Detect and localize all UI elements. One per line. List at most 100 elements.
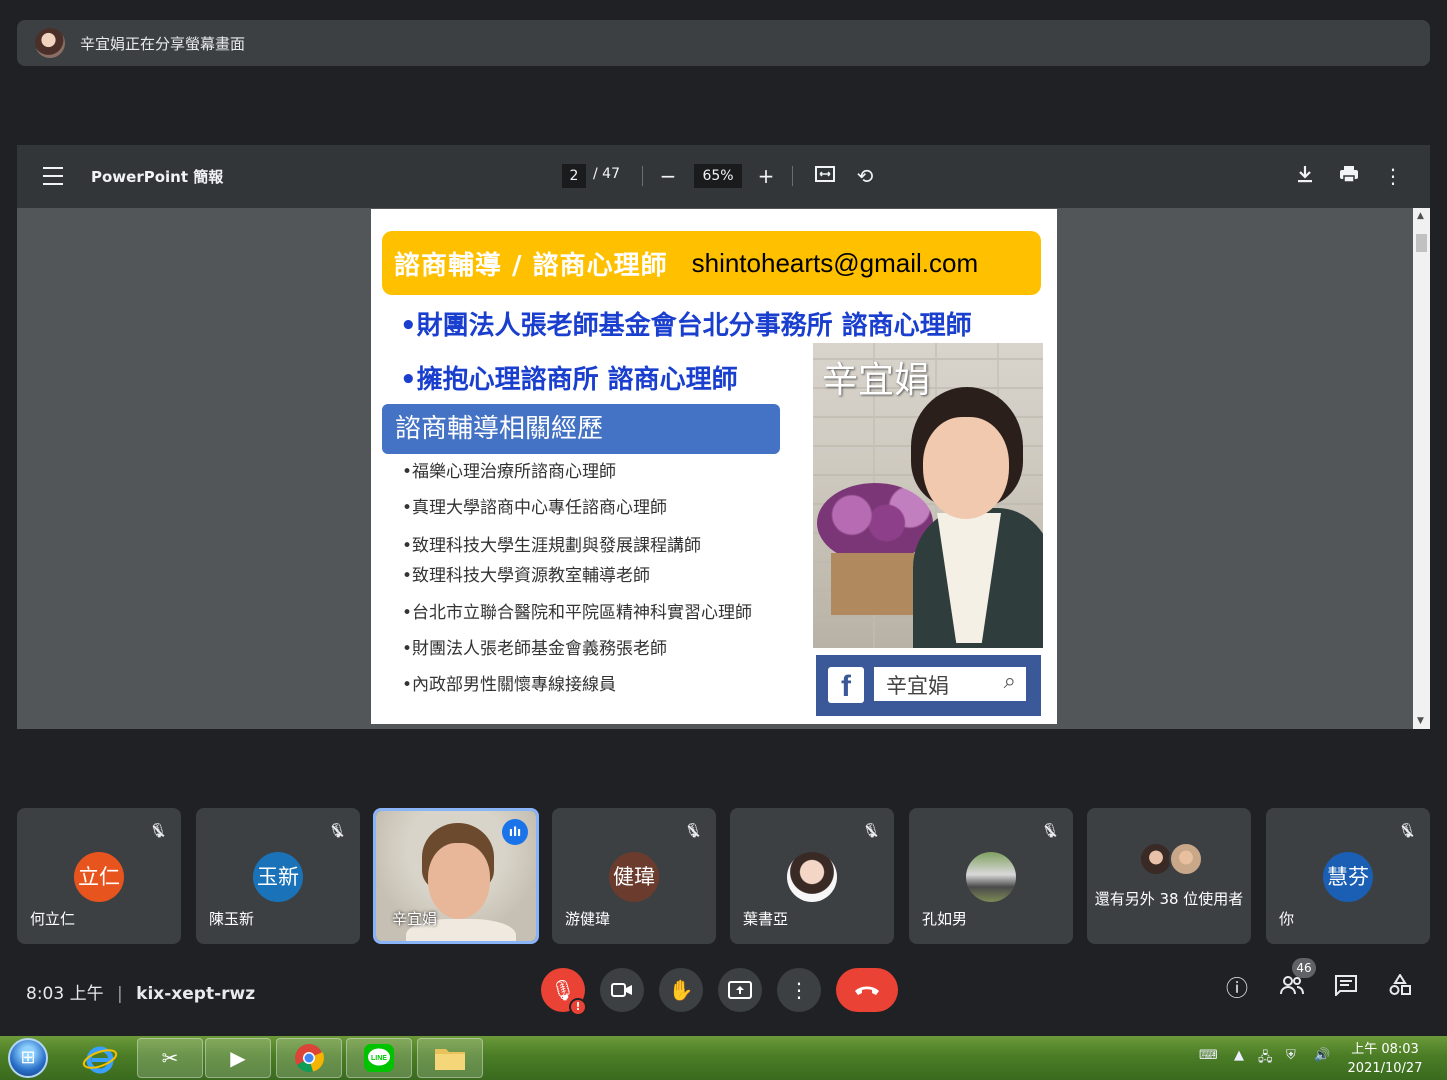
windows-start-icon[interactable]: ⊞ [8,1038,48,1078]
list-item: •財團法人張老師基金會義務張老師 [402,639,668,659]
participant-tile[interactable]: 🎙 孔如男 [909,808,1073,944]
more-options-button[interactable]: ⋮ [777,968,821,1012]
mic-off-icon: 🎙 [1398,823,1416,839]
fit-page-icon[interactable] [812,164,838,188]
pdf-viewer: PowerPoint 簡報 2 / 47 − 65% + ⟲ ⋮ 諮商輔導 / … [17,145,1430,729]
mic-off-icon: 🎙 [550,978,576,1002]
svg-text:LINE: LINE [371,1055,387,1062]
internet-explorer-icon[interactable] [67,1038,133,1078]
hang-up-icon [855,986,879,995]
vertical-scrollbar[interactable]: ▲ ▼ [1413,208,1430,729]
chrome-icon[interactable] [276,1038,342,1078]
profile-photo: 辛宜娟 [813,343,1043,648]
list-item: •真理大學諮商中心專任諮商心理師 [402,498,668,518]
menu-icon[interactable] [43,167,63,185]
avatar [787,852,837,902]
participant-tile[interactable]: 🎙 玉新 陳玉新 [196,808,360,944]
speaking-indicator-icon: ılı [502,819,528,845]
meeting-time: 8:03 上午 [26,984,104,1004]
slide-bullet-2: •擁抱心理諮商所 諮商心理師 [400,365,738,395]
mic-off-icon: 🎙 [149,823,167,839]
snipping-tool-icon[interactable]: ✂ [137,1038,203,1078]
more-icon[interactable]: ⋮ [1380,164,1406,188]
meeting-details-icon[interactable]: ⓘ [1221,974,1253,1006]
activities-icon[interactable] [1384,973,1416,1006]
system-clock[interactable]: 上午 08:03 2021/10/27 [1340,1040,1430,1078]
participant-name: 你 [1279,910,1295,928]
windows-taskbar: ⊞ ✂ ▶ LINE [0,1036,1447,1080]
list-item: •致理科技大學資源教室輔導老師 [402,566,651,586]
network-icon[interactable]: 🖧 [1258,1048,1273,1070]
zoom-level[interactable]: 65% [694,164,742,188]
presenting-banner: 辛宜娟正在分享螢幕畫面 [17,20,1430,66]
list-item: •內政部男性關懷專線接線員 [402,675,617,695]
slide-bullet-1: •財團法人張老師基金會台北分事務所 諮商心理師 [400,311,972,341]
participant-tile[interactable]: 🎙 立仁 何立仁 [17,808,181,944]
raise-hand-button[interactable]: ✋ [659,968,703,1012]
participant-name: 游健瑋 [565,910,611,928]
camera-button[interactable] [600,968,644,1012]
alert-icon: ! [569,998,587,1016]
avatar: 慧芬 [1323,852,1373,902]
participant-name: 孔如男 [922,910,968,928]
file-explorer-icon[interactable] [417,1038,483,1078]
participant-name: 辛宜娟 [392,910,438,928]
avatar: 立仁 [74,852,124,902]
camera-icon [611,983,632,997]
toolbar-divider [642,166,643,186]
print-icon[interactable] [1336,164,1362,188]
avatar: 玉新 [253,852,303,902]
meeting-info-separator: | [117,984,123,1004]
keyboard-icon[interactable]: ⌨ [1199,1048,1218,1063]
page-total: / 47 [593,166,620,182]
participant-tile-active-speaker[interactable]: ılı 辛宜娟 [373,808,539,944]
slide-header-email: shintohearts@gmail.com [691,247,979,278]
mic-off-icon: 🎙 [684,823,702,839]
avatar: 健瑋 [609,852,659,902]
participant-name: 葉書亞 [743,910,789,928]
search-icon: ⌕ [1003,669,1016,694]
present-now-button[interactable] [718,968,762,1012]
participant-name: 何立仁 [30,910,76,928]
zoom-in-icon[interactable]: + [753,164,779,188]
people-icon[interactable] [1276,974,1308,1006]
participant-tile-self[interactable]: 🎙 慧芬 你 [1266,808,1430,944]
security-shield-icon[interactable]: ⛨ [1286,1048,1296,1063]
present-icon [728,981,752,999]
line-app-icon[interactable]: LINE [346,1038,412,1078]
scrollbar-thumb[interactable] [1416,234,1427,252]
download-icon[interactable] [1292,164,1318,188]
list-item: •致理科技大學生涯規劃與發展課程講師 [402,536,702,556]
hand-icon: ✋ [668,978,694,1002]
facebook-logo-icon: f [828,667,864,703]
rotate-icon[interactable]: ⟲ [852,164,878,188]
clock-date: 2021/10/27 [1347,1061,1423,1076]
zoom-out-icon[interactable]: − [655,164,681,188]
chat-icon[interactable] [1330,974,1362,1006]
page-number-input[interactable]: 2 [562,164,586,188]
slide-page: 諮商輔導 / 諮商心理師 shintohearts@gmail.com •財團法… [371,209,1057,724]
meeting-info: 8:03 上午 | kix-xept-rwz [26,979,255,1004]
scroll-up-icon[interactable]: ▲ [1417,211,1424,221]
slide-header-bar: 諮商輔導 / 諮商心理師 shintohearts@gmail.com [382,231,1041,295]
media-player-icon[interactable]: ▶ [205,1038,271,1078]
toolbar-divider [792,166,793,186]
scroll-down-icon[interactable]: ▼ [1417,716,1424,726]
facebook-search-graphic: f 辛宜娟 ⌕ [816,655,1041,716]
participant-tile[interactable]: 🎙 健瑋 游健瑋 [552,808,716,944]
slide-header-title: 諮商輔導 / 諮商心理師 [394,250,668,281]
show-hidden-icons-icon[interactable]: ▲ [1234,1048,1244,1063]
others-count-label: 還有另外 38 位使用者 [1094,890,1244,908]
others-avatars [1139,842,1203,878]
document-title: PowerPoint 簡報 [91,168,224,186]
volume-icon[interactable]: 🔊 [1314,1048,1330,1063]
participant-tile[interactable]: 🎙 葉書亞 [730,808,894,944]
leave-call-button[interactable] [836,968,898,1012]
facebook-search-box: 辛宜娟 ⌕ [874,667,1026,701]
meeting-code: kix-xept-rwz [136,984,256,1004]
microphone-button[interactable]: 🎙 ! [541,968,587,1016]
mic-off-icon: 🎙 [328,823,346,839]
list-item: •台北市立聯合醫院和平院區精神科實習心理師 [402,603,753,623]
facebook-search-text: 辛宜娟 [886,674,949,698]
others-tile[interactable]: 還有另外 38 位使用者 [1087,808,1251,944]
